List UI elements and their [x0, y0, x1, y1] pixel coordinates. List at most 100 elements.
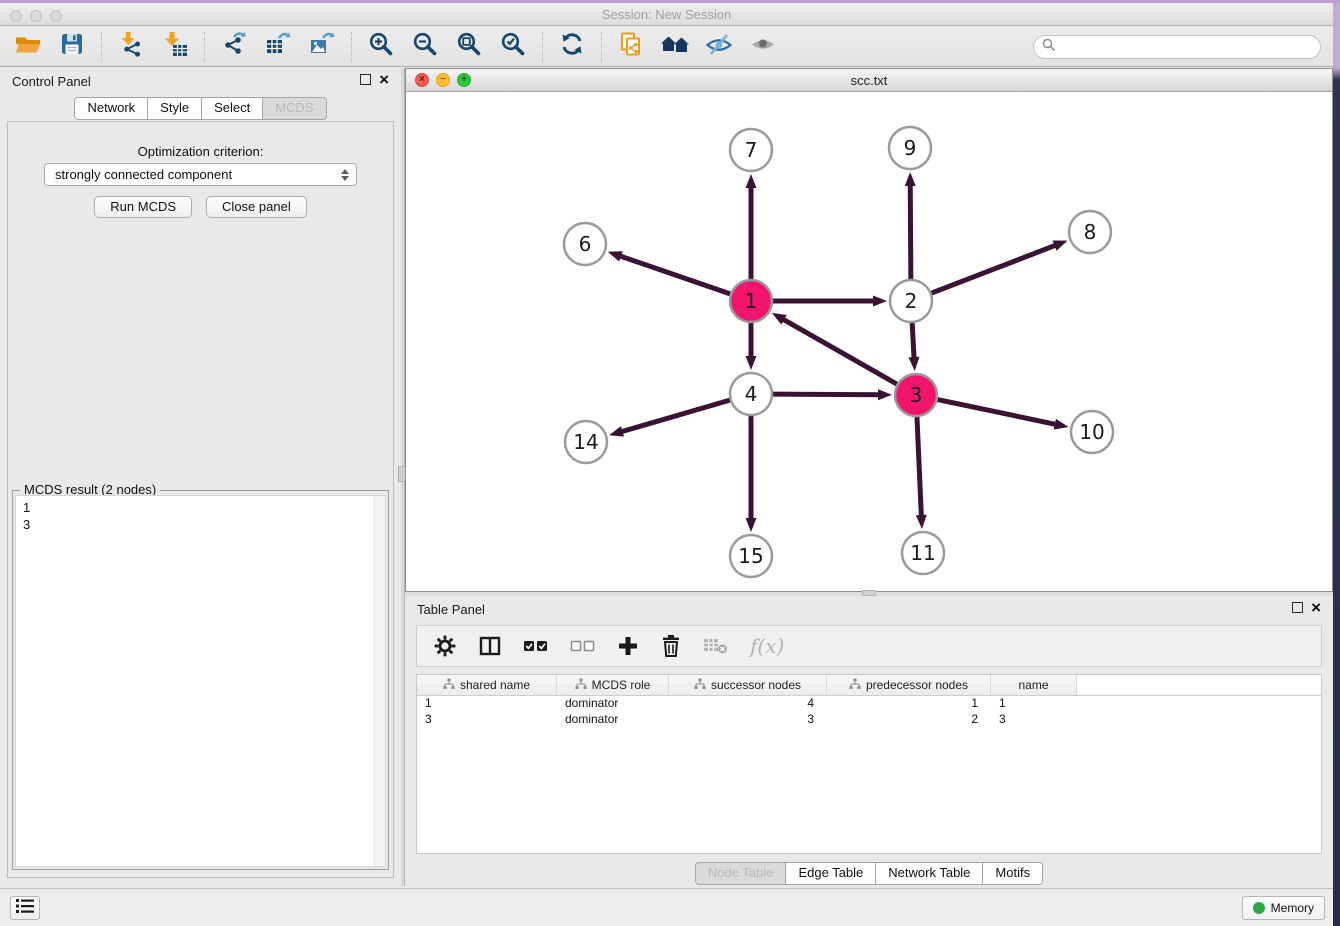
cell-name[interactable]: 1	[991, 696, 1077, 712]
search-field[interactable]	[1033, 35, 1321, 59]
select-all-columns-button[interactable]	[523, 637, 549, 655]
close-panel-button[interactable]: Close panel	[206, 196, 307, 218]
graph-edge-4-3[interactable]	[773, 394, 881, 395]
cell-predecessor-nodes[interactable]: 1	[827, 696, 991, 712]
cell-shared-name[interactable]: 3	[417, 712, 557, 728]
export-network-button[interactable]	[212, 30, 256, 64]
column-header-MCDS-role[interactable]: MCDS role	[557, 675, 669, 695]
app-title: Session: New Session	[0, 7, 1333, 22]
float-panel-icon[interactable]	[1292, 602, 1303, 613]
control-panel-header: Control Panel ×	[0, 68, 401, 94]
graph-edge-arrowhead	[746, 356, 757, 370]
cell-name[interactable]: 3	[991, 712, 1077, 728]
zoom-out-button[interactable]	[403, 30, 447, 64]
mcds-result-text: 1 3	[16, 496, 385, 536]
network-window-title: scc.txt	[406, 73, 1332, 88]
tab-select[interactable]: Select	[202, 97, 263, 120]
graph-edge-2-8[interactable]	[932, 245, 1058, 293]
memory-label: Memory	[1271, 901, 1314, 915]
status-bar: Memory	[0, 888, 1333, 926]
export-table-button[interactable]	[256, 30, 300, 64]
zoom-selected-button[interactable]	[491, 30, 535, 64]
graph-edge-arrowhead	[916, 515, 927, 529]
column-header-shared-name[interactable]: shared name	[417, 675, 557, 695]
app-titlebar: Session: New Session	[0, 0, 1333, 26]
tab-edge-table[interactable]: Edge Table	[786, 862, 876, 885]
mcds-result-area[interactable]: 1 3	[15, 495, 386, 867]
table-settings-button[interactable]	[433, 634, 457, 658]
column-type-icon	[443, 678, 455, 693]
tab-network-table[interactable]: Network Table	[876, 862, 983, 885]
home-networks-button[interactable]	[653, 30, 697, 64]
graph-edge-arrowhead	[1054, 419, 1069, 430]
table-row[interactable]: 3dominator323	[417, 712, 1321, 728]
hide-panel-button[interactable]	[697, 30, 741, 64]
column-header-name[interactable]: name	[991, 675, 1077, 695]
graph-edge-3-11[interactable]	[917, 417, 921, 518]
memory-button[interactable]: Memory	[1242, 896, 1325, 920]
tab-style[interactable]: Style	[148, 97, 202, 120]
fit-content-button[interactable]	[447, 30, 491, 64]
zoom-in-icon	[368, 31, 394, 62]
graph-edge-2-3[interactable]	[912, 323, 914, 360]
cell-MCDS-role[interactable]: dominator	[557, 712, 669, 728]
cell-successor-nodes[interactable]: 4	[669, 696, 827, 712]
network-window-titlebar[interactable]: × − + scc.txt	[406, 69, 1332, 92]
network-canvas[interactable]: 7968124314101511	[406, 92, 1332, 591]
graph-edge-1-6[interactable]	[618, 255, 730, 293]
criterion-dropdown[interactable]: strongly connected component	[44, 163, 357, 186]
deselect-all-columns-button[interactable]	[570, 637, 596, 655]
open-file-button[interactable]	[6, 30, 50, 64]
column-header-successor-nodes[interactable]: successor nodes	[669, 675, 827, 695]
zoom-selected-icon	[500, 31, 526, 62]
import-network-button[interactable]	[109, 30, 153, 64]
refresh-view-button[interactable]	[550, 30, 594, 64]
graph-node-label: 2	[905, 289, 918, 313]
graph-node-label: 8	[1084, 220, 1097, 244]
table-body: 1dominator4113dominator323	[417, 696, 1321, 728]
import-table-button[interactable]	[153, 30, 197, 64]
tab-node-table[interactable]: Node Table	[695, 862, 787, 885]
cell-predecessor-nodes[interactable]: 2	[827, 712, 991, 728]
graph-edge-4-14[interactable]	[620, 400, 730, 432]
tab-motifs[interactable]: Motifs	[983, 862, 1043, 885]
fit-content-icon	[456, 31, 482, 62]
network-graph[interactable]: 7968124314101511	[406, 92, 1332, 591]
tab-network[interactable]: Network	[74, 97, 148, 120]
graph-edge-2-9[interactable]	[910, 183, 911, 279]
save-session-button[interactable]	[50, 30, 94, 64]
cell-shared-name[interactable]: 1	[417, 696, 557, 712]
close-panel-icon[interactable]: ×	[1311, 602, 1321, 613]
toolbar-separator	[351, 32, 352, 62]
graph-node-label: 11	[910, 541, 935, 565]
close-panel-icon[interactable]: ×	[379, 74, 389, 85]
add-column-button[interactable]	[617, 635, 639, 657]
criterion-value: strongly connected component	[55, 167, 232, 182]
import-table-icon	[162, 31, 188, 62]
export-image-button[interactable]	[300, 30, 344, 64]
graph-edge-arrowhead	[608, 251, 623, 261]
copy-network-view-button[interactable]	[609, 30, 653, 64]
desktop-top-edge	[0, 0, 1340, 3]
run-mcds-button[interactable]: Run MCDS	[94, 196, 192, 218]
mcds-panel: Optimization criterion: strongly connect…	[7, 121, 394, 878]
table-panel: Table Panel × f(x) shared nameMCDS roles…	[405, 596, 1333, 886]
graph-edge-arrowhead	[873, 296, 887, 307]
delete-column-button[interactable]	[660, 634, 682, 658]
tab-mcds[interactable]: MCDS	[263, 97, 326, 120]
graph-edge-3-10[interactable]	[938, 400, 1058, 425]
table-row[interactable]: 1dominator411	[417, 696, 1321, 712]
task-history-button[interactable]	[10, 896, 40, 920]
zoom-in-button[interactable]	[359, 30, 403, 64]
search-input[interactable]	[1061, 40, 1312, 55]
float-panel-icon[interactable]	[360, 74, 371, 85]
cell-successor-nodes[interactable]: 3	[669, 712, 827, 728]
toolbar-separator	[204, 32, 205, 62]
result-scrollbar[interactable]	[374, 496, 385, 866]
mcds-result-groupbox: MCDS result (2 nodes) 1 3	[12, 490, 389, 870]
column-header-predecessor-nodes[interactable]: predecessor nodes	[827, 675, 991, 695]
show-column-panel-button[interactable]	[478, 634, 502, 658]
graph-edge-3-1[interactable]	[781, 318, 896, 384]
show-panel-button[interactable]	[741, 30, 785, 64]
cell-MCDS-role[interactable]: dominator	[557, 696, 669, 712]
